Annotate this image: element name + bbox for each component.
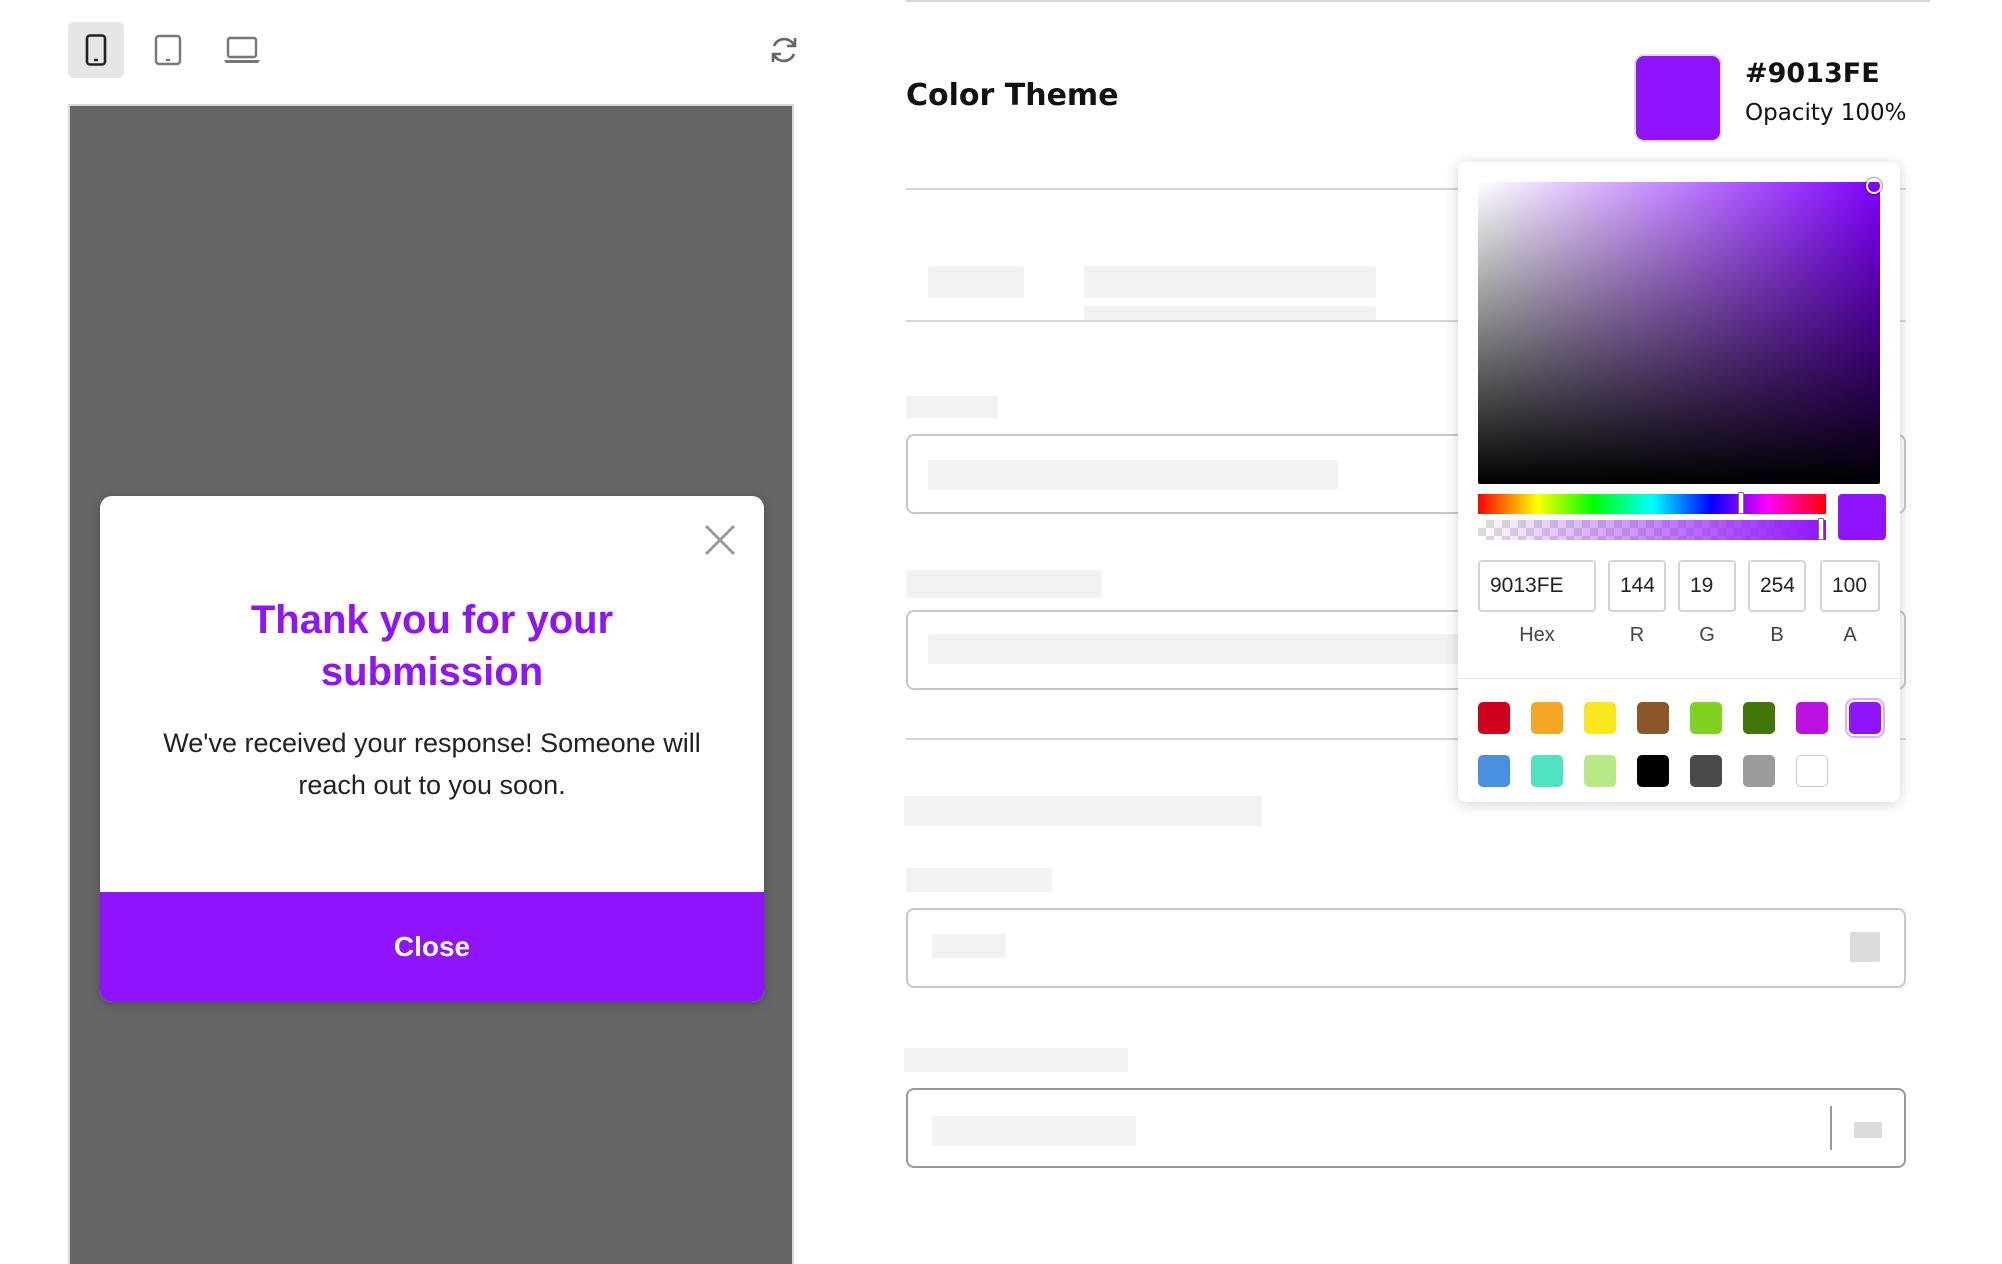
palette-swatch[interactable] bbox=[1531, 755, 1563, 787]
saturation-handle[interactable] bbox=[1866, 178, 1882, 194]
modal-message: We've received your response! Someone wi… bbox=[163, 728, 701, 800]
palette-swatch[interactable] bbox=[1584, 755, 1616, 787]
current-hex-value: #9013FE bbox=[1745, 58, 1880, 89]
tablet-view-button[interactable] bbox=[140, 22, 196, 78]
top-divider bbox=[906, 0, 1930, 2]
field-label-placeholder bbox=[904, 1048, 1128, 1072]
laptop-icon bbox=[224, 36, 260, 63]
palette-swatch[interactable] bbox=[1690, 755, 1722, 787]
green-label: G bbox=[1699, 624, 1715, 646]
palette-swatch[interactable] bbox=[1796, 702, 1828, 734]
palette-swatch[interactable] bbox=[1637, 702, 1669, 734]
saturation-value-area[interactable] bbox=[1478, 178, 1882, 484]
palette-swatch[interactable] bbox=[1849, 702, 1881, 734]
hue-slider[interactable] bbox=[1478, 492, 1826, 514]
red-label: R bbox=[1629, 624, 1645, 646]
confirmation-modal: Thank you for your submission We've rece… bbox=[100, 496, 764, 1002]
color-theme-swatch[interactable] bbox=[1636, 56, 1720, 140]
hue-handle[interactable] bbox=[1737, 492, 1744, 514]
field-value-placeholder bbox=[928, 634, 1468, 664]
modal-title: Thank you for your submission bbox=[250, 598, 614, 694]
red-input[interactable] bbox=[1608, 560, 1666, 612]
green-input[interactable] bbox=[1678, 560, 1736, 612]
desktop-view-button[interactable] bbox=[214, 22, 270, 78]
field-icon-placeholder[interactable] bbox=[1850, 932, 1880, 962]
field-value-placeholder bbox=[932, 1116, 1136, 1146]
palette-swatch[interactable] bbox=[1743, 755, 1775, 787]
alpha-handle[interactable] bbox=[1818, 518, 1824, 540]
palette-swatch[interactable] bbox=[1796, 755, 1828, 787]
palette-swatch[interactable] bbox=[1584, 702, 1616, 734]
tab-placeholder[interactable] bbox=[1084, 266, 1376, 298]
alpha-slider[interactable] bbox=[1478, 518, 1826, 540]
section-title-placeholder bbox=[904, 796, 1262, 826]
field-label-placeholder bbox=[906, 868, 1052, 892]
tab-placeholder[interactable] bbox=[928, 266, 1024, 298]
refresh-button[interactable] bbox=[756, 22, 812, 78]
field-label-placeholder bbox=[906, 396, 998, 418]
palette-swatch[interactable] bbox=[1478, 702, 1510, 734]
hex-input[interactable] bbox=[1478, 560, 1596, 612]
tablet-icon bbox=[154, 34, 182, 66]
field-value-placeholder bbox=[932, 934, 1006, 958]
modal-close-button[interactable]: Close bbox=[100, 892, 764, 1002]
color-picker-popover: Hex R G B A bbox=[1458, 162, 1900, 802]
palette-swatch[interactable] bbox=[1531, 702, 1563, 734]
select-field[interactable] bbox=[906, 908, 1906, 988]
color-preview-swatch bbox=[1838, 494, 1886, 540]
refresh-icon bbox=[771, 37, 797, 63]
palette-swatch[interactable] bbox=[1690, 702, 1722, 734]
blue-label: B bbox=[1770, 624, 1784, 646]
alpha-label: A bbox=[1843, 624, 1857, 646]
palette-swatch[interactable] bbox=[1478, 755, 1510, 787]
blue-input[interactable] bbox=[1748, 560, 1806, 612]
alpha-input[interactable] bbox=[1820, 560, 1880, 612]
picker-divider bbox=[1458, 678, 1900, 679]
color-theme-label: Color Theme bbox=[906, 78, 1119, 113]
mobile-view-button[interactable] bbox=[68, 22, 124, 78]
palette-swatch[interactable] bbox=[1637, 755, 1669, 787]
palette-swatch[interactable] bbox=[1743, 702, 1775, 734]
tab-placeholder-underline bbox=[1084, 306, 1376, 320]
hex-label: Hex bbox=[1519, 624, 1555, 646]
close-icon[interactable] bbox=[702, 522, 738, 558]
current-opacity: Opacity 100% bbox=[1745, 100, 1907, 126]
mobile-icon bbox=[85, 34, 107, 66]
field-value-placeholder bbox=[928, 460, 1338, 490]
field-separator bbox=[1830, 1106, 1832, 1150]
field-label-placeholder bbox=[906, 570, 1102, 598]
field-icon-placeholder[interactable] bbox=[1854, 1122, 1882, 1138]
